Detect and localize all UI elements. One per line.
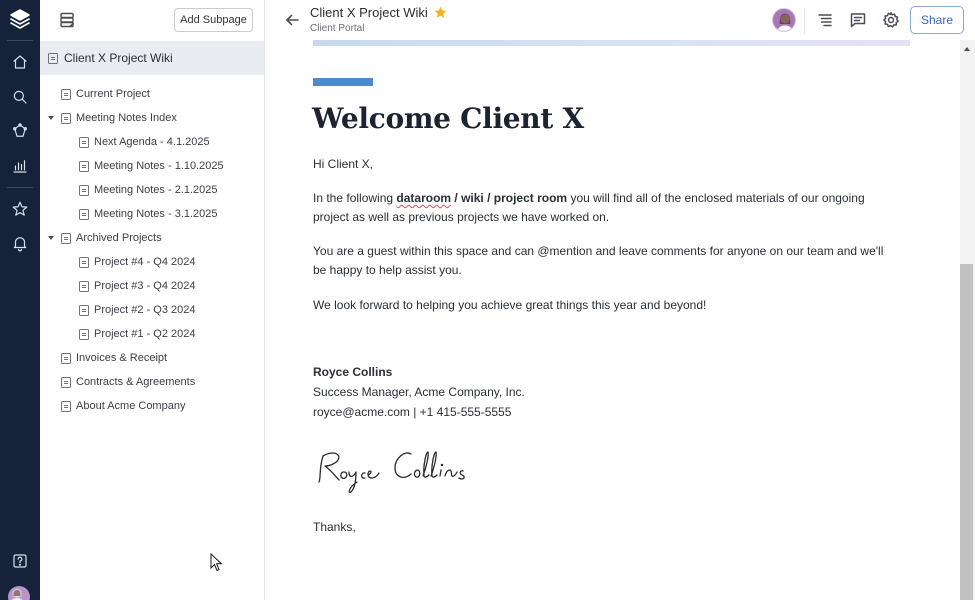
help-icon[interactable] bbox=[8, 549, 32, 573]
cover-banner bbox=[313, 40, 910, 46]
sidebar-item-about[interactable]: About Acme Company bbox=[61, 394, 185, 418]
add-subpage-button[interactable]: Add Subpage bbox=[174, 8, 253, 32]
rail-divider bbox=[7, 40, 33, 41]
sidebar-item-project-3[interactable]: Project #3 - Q4 2024 bbox=[79, 274, 196, 298]
page-heading: Welcome Client X bbox=[312, 102, 584, 135]
sidebar-item-label: Project #3 - Q4 2024 bbox=[94, 280, 196, 292]
outline-icon[interactable] bbox=[816, 11, 834, 29]
sidebar-item-label: Project #1 - Q2 2024 bbox=[94, 328, 196, 340]
misspelled-word: dataroom bbox=[396, 191, 452, 205]
sidebar-item-label: Meeting Notes - 2.1.2025 bbox=[94, 184, 218, 196]
page-icon bbox=[79, 256, 89, 268]
analytics-icon[interactable] bbox=[8, 154, 32, 178]
home-icon[interactable] bbox=[8, 50, 32, 74]
signoff-role: Success Manager, Acme Company, Inc. bbox=[313, 385, 525, 399]
breadcrumb[interactable]: Client Portal bbox=[310, 23, 364, 34]
signoff-name: Royce Collins bbox=[313, 365, 393, 379]
comments-icon[interactable] bbox=[849, 11, 867, 29]
sidebar-item-label: Project #4 - Q4 2024 bbox=[94, 256, 196, 268]
sidebar-item-project-2[interactable]: Project #2 - Q3 2024 bbox=[79, 298, 196, 322]
page-icon bbox=[79, 280, 89, 292]
sidebar-item-contracts[interactable]: Contracts & Agreements bbox=[61, 370, 195, 394]
sidebar-item-meeting-notes-index[interactable]: Meeting Notes Index bbox=[61, 106, 177, 130]
bell-icon[interactable] bbox=[8, 231, 32, 255]
sidebar-item-invoices[interactable]: Invoices & Receipt bbox=[61, 346, 167, 370]
scrollbar-thumb[interactable] bbox=[960, 264, 973, 600]
intro-paragraph: In the following dataroom / wiki / proje… bbox=[313, 191, 865, 224]
page-header: Client X Project Wiki Client Portal Shar… bbox=[265, 0, 975, 40]
page-icon bbox=[61, 376, 71, 388]
global-rail bbox=[0, 0, 40, 600]
page-tree-sidebar: Add Subpage Client X Project Wiki Curren… bbox=[40, 0, 265, 600]
chevron-down-icon[interactable] bbox=[48, 236, 54, 240]
sidebar-item-label: Archived Projects bbox=[76, 232, 162, 244]
accent-bar bbox=[313, 78, 373, 86]
sidebar-item-root[interactable]: Client X Project Wiki bbox=[40, 41, 264, 75]
app-window: Add Subpage Client X Project Wiki Curren… bbox=[0, 0, 975, 600]
sidebar-item-label: Next Agenda - 4.1.2025 bbox=[94, 136, 210, 148]
header-divider bbox=[804, 8, 805, 34]
settings-gear-icon[interactable] bbox=[882, 11, 900, 29]
sidebar-item-label: Invoices & Receipt bbox=[76, 352, 168, 364]
page-icon bbox=[61, 88, 71, 100]
search-icon[interactable] bbox=[8, 85, 32, 109]
page-icon bbox=[61, 112, 71, 124]
page-icon bbox=[48, 52, 58, 64]
sidebar-item-label: Meeting Notes Index bbox=[76, 112, 177, 124]
greeting-text: Hi Client X, bbox=[313, 157, 374, 171]
page-icon bbox=[61, 352, 71, 364]
star-icon[interactable] bbox=[8, 197, 32, 221]
guest-paragraph: You are a guest within this space and ca… bbox=[313, 244, 884, 277]
page-icon bbox=[61, 400, 71, 412]
sidebar-item-meeting-notes-1[interactable]: Meeting Notes - 1.10.2025 bbox=[79, 154, 224, 178]
user-avatar[interactable] bbox=[8, 586, 30, 600]
sidebar-item-meeting-notes-2[interactable]: Meeting Notes - 2.1.2025 bbox=[79, 178, 218, 202]
sidebar-item-current-project[interactable]: Current Project bbox=[61, 82, 150, 106]
page-title: Client X Project Wiki bbox=[310, 5, 428, 20]
spaces-icon[interactable] bbox=[8, 119, 32, 143]
chevron-down-icon[interactable] bbox=[48, 116, 54, 120]
page-icon bbox=[79, 208, 89, 220]
thanks-text: Thanks, bbox=[313, 520, 356, 534]
sidebar-item-label: Client X Project Wiki bbox=[64, 51, 173, 65]
sidebar-toolbar: Add Subpage bbox=[40, 0, 264, 40]
closing-paragraph: We look forward to helping you achieve g… bbox=[313, 298, 707, 312]
vertical-scrollbar[interactable] bbox=[960, 40, 975, 600]
signature-image bbox=[318, 451, 465, 494]
page-icon bbox=[79, 136, 89, 148]
page-content: Welcome Client X Hi Client X, In the fol… bbox=[265, 40, 960, 600]
back-arrow-icon[interactable] bbox=[283, 11, 301, 29]
logo-icon[interactable] bbox=[8, 7, 32, 31]
sidebar-item-label: Current Project bbox=[76, 88, 150, 100]
favorite-star-icon[interactable] bbox=[433, 5, 448, 20]
page-icon bbox=[79, 328, 89, 340]
page-icon bbox=[79, 304, 89, 316]
sidebar-item-label: Contracts & Agreements bbox=[76, 376, 196, 388]
sidebar-item-project-4[interactable]: Project #4 - Q4 2024 bbox=[79, 250, 196, 274]
sidebar-item-project-1[interactable]: Project #1 - Q2 2024 bbox=[79, 322, 196, 346]
sidebar-item-label: About Acme Company bbox=[76, 400, 186, 412]
database-icon[interactable] bbox=[58, 11, 76, 29]
page-icon bbox=[79, 184, 89, 196]
collaborator-avatar[interactable] bbox=[772, 8, 796, 32]
sidebar-item-meeting-notes-3[interactable]: Meeting Notes - 3.1.2025 bbox=[79, 202, 218, 226]
page-icon bbox=[79, 160, 89, 172]
sidebar-item-label: Meeting Notes - 1.10.2025 bbox=[94, 160, 224, 172]
sidebar-item-next-agenda[interactable]: Next Agenda - 4.1.2025 bbox=[79, 130, 210, 154]
rail-divider bbox=[7, 187, 33, 188]
sidebar-item-label: Meeting Notes - 3.1.2025 bbox=[94, 208, 218, 220]
sidebar-item-archived-projects[interactable]: Archived Projects bbox=[61, 226, 162, 250]
scroll-up-arrow-icon[interactable] bbox=[964, 47, 970, 51]
share-button[interactable]: Share bbox=[910, 6, 964, 34]
sidebar-item-label: Project #2 - Q3 2024 bbox=[94, 304, 196, 316]
mouse-pointer-icon bbox=[210, 553, 223, 572]
signoff-contact[interactable]: royce@acme.com | +1 415-555-5555 bbox=[313, 403, 511, 422]
page-icon bbox=[61, 232, 71, 244]
